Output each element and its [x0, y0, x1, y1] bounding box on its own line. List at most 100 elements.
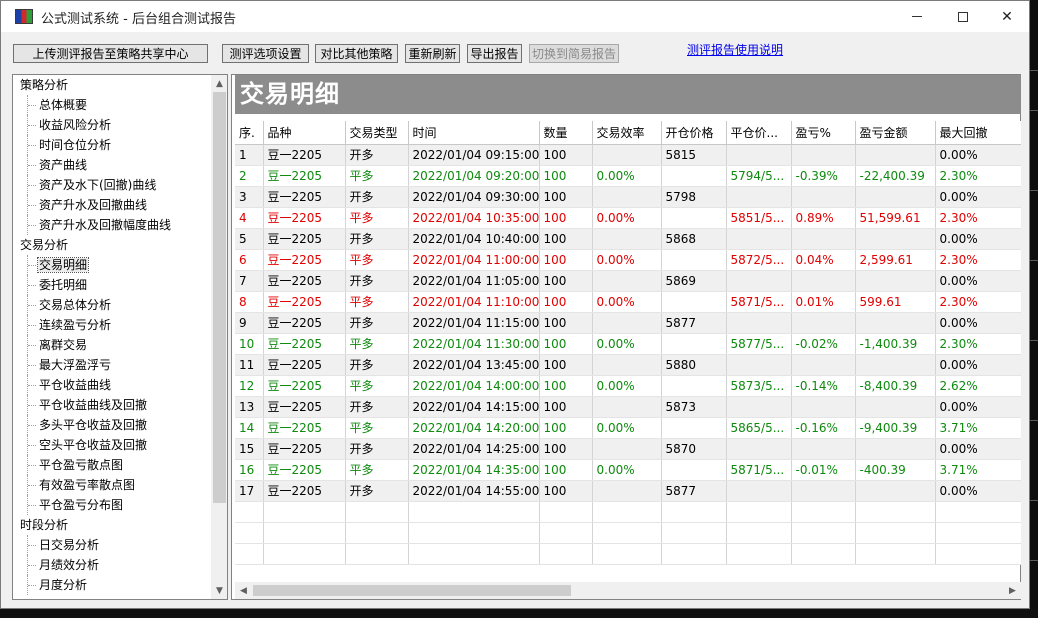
tree-item[interactable]: 交易明细 — [13, 255, 211, 275]
tree-group[interactable]: 策略分析 — [13, 75, 211, 95]
simple-report-button[interactable]: 切换到简易报告 — [529, 44, 619, 63]
upload-report-button[interactable]: 上传测评报告至策略共享中心 — [13, 44, 208, 63]
table-row[interactable]: 4 豆一2205 平多 2022/01/04 10:35:00 100 0.00% 5851… — [235, 207, 1021, 229]
column-header[interactable]: 交易效率 — [592, 121, 662, 145]
test-options-button[interactable]: 测评选项设置 — [222, 44, 309, 63]
compare-strategies-button[interactable]: 对比其他策略 — [315, 44, 398, 63]
trade-table: 序. 品种 交易类型 时间 数量 交易效率 开仓价格 平仓价... 盈亏% 盈亏金额 最大回撤 1豆… — [235, 121, 1021, 565]
tree-item[interactable]: 资产升水及回撤曲线 — [13, 195, 211, 215]
table-cell: 5877 — [661, 480, 727, 502]
tree-item[interactable]: 多头平仓收益及回撤 — [13, 415, 211, 435]
tree-group[interactable]: 时段分析 — [13, 515, 211, 535]
tree-item[interactable]: 日交易分析 — [13, 535, 211, 555]
tree-item[interactable]: 委托明细 — [13, 275, 211, 295]
column-header[interactable]: 品种 — [263, 121, 346, 145]
refresh-button[interactable]: 重新刷新 — [405, 44, 460, 63]
tree-group[interactable]: 交易分析 — [13, 235, 211, 255]
grid-scroll-thumb[interactable] — [253, 585, 571, 596]
empty-cell — [661, 501, 727, 523]
table-row[interactable]: 14 豆一2205 平多 2022/01/04 14:20:00 100 0.00% 586… — [235, 417, 1021, 439]
table-row[interactable]: 12 豆一2205 平多 2022/01/04 14:00:00 100 0.00% 587… — [235, 375, 1021, 397]
table-row[interactable]: 3 豆一2205 开多 2022/01/04 09:30:00 100 5798 0.00% — [235, 186, 1021, 208]
tree-item[interactable]: 月绩效分析 — [13, 555, 211, 575]
table-cell: 0.01% — [791, 291, 856, 313]
tree-item[interactable]: 平仓盈亏散点图 — [13, 455, 211, 475]
tree-item[interactable]: 时间仓位分析 — [13, 135, 211, 155]
scroll-up-icon[interactable]: ▲ — [211, 75, 227, 92]
table-row[interactable]: 13 豆一2205 开多 2022/01/04 14:15:00 100 5873 0.00… — [235, 396, 1021, 418]
maximize-button[interactable] — [940, 1, 986, 32]
tree-item[interactable]: 收益风险分析 — [13, 115, 211, 135]
table-cell: 0.00% — [935, 438, 1021, 460]
table-row[interactable]: 8 豆一2205 平多 2022/01/04 11:10:00 100 0.00% 5871… — [235, 291, 1021, 313]
tree-item[interactable]: 离群交易 — [13, 335, 211, 355]
tree-scrollbar[interactable]: ▲ ▼ — [211, 75, 227, 599]
minimize-button[interactable] — [894, 1, 940, 32]
table-row[interactable]: 7 豆一2205 开多 2022/01/04 11:05:00 100 5869 0.00% — [235, 270, 1021, 292]
tree-guide-hook — [28, 465, 36, 466]
table-cell — [661, 249, 727, 271]
help-link[interactable]: 测评报告使用说明 — [687, 41, 783, 58]
tree-item[interactable]: 资产升水及回撤幅度曲线 — [13, 215, 211, 235]
tree-item[interactable]: 总体概要 — [13, 95, 211, 115]
column-header[interactable]: 交易类型 — [345, 121, 409, 145]
scroll-down-icon[interactable]: ▼ — [211, 582, 227, 599]
table-cell: 豆一2205 — [263, 291, 346, 313]
column-header[interactable]: 平仓价... — [726, 121, 792, 145]
column-header[interactable]: 最大回撤 — [935, 121, 1021, 145]
table-row[interactable]: 1 豆一2205 开多 2022/01/04 09:15:00 100 5815 0.00% — [235, 144, 1021, 166]
tree-guide-hook — [28, 105, 36, 106]
column-header[interactable]: 盈亏金额 — [855, 121, 936, 145]
table-cell: 平多 — [345, 333, 409, 355]
tree-item[interactable]: 资产及水下(回撤)曲线 — [13, 175, 211, 195]
table-cell: 5865/5... — [726, 417, 792, 439]
report-panel: 交易明细 序. 品种 交易类型 时间 数量 交易效率 开仓价格 平仓价... 盈亏% 盈亏金额 最大… — [231, 74, 1021, 600]
table-row[interactable]: 15 豆一2205 开多 2022/01/04 14:25:00 100 5870 0.00… — [235, 438, 1021, 460]
table-cell: 0.00% — [935, 396, 1021, 418]
table-row[interactable]: 16 豆一2205 平多 2022/01/04 14:35:00 100 0.00% 587… — [235, 459, 1021, 481]
tree-item-label: 平仓收益曲线及回撤 — [39, 398, 148, 412]
close-button[interactable]: ✕ — [984, 1, 1030, 32]
table-row[interactable]: 5 豆一2205 开多 2022/01/04 10:40:00 100 5868 0.00% — [235, 228, 1021, 250]
column-header[interactable]: 时间 — [408, 121, 540, 145]
tree-item[interactable]: 平仓盈亏分布图 — [13, 495, 211, 515]
column-header[interactable]: 数量 — [539, 121, 593, 145]
table-cell — [726, 438, 792, 460]
table-cell: 2022/01/04 10:35:00 — [408, 207, 540, 229]
scroll-right-icon[interactable]: ▶ — [1004, 582, 1021, 599]
tree-item[interactable]: 平仓收益曲线及回撤 — [13, 395, 211, 415]
tree-item[interactable]: 交易总体分析 — [13, 295, 211, 315]
column-header[interactable]: 开仓价格 — [661, 121, 727, 145]
table-row[interactable]: 2 豆一2205 平多 2022/01/04 09:20:00 100 0.00% 5794… — [235, 165, 1021, 187]
table-cell: 0.00% — [592, 417, 662, 439]
tree-scroll-thumb[interactable] — [213, 92, 226, 503]
table-cell: 豆一2205 — [263, 438, 346, 460]
scroll-left-icon[interactable]: ◀ — [235, 582, 252, 599]
tree-item[interactable]: 平仓收益曲线 — [13, 375, 211, 395]
title-bar[interactable]: 公式测试系统 - 后台组合测试报告 ✕ — [1, 1, 1029, 32]
tree-item[interactable]: 资产曲线 — [13, 155, 211, 175]
table-cell: 4 — [235, 207, 264, 229]
table-row[interactable]: 17 豆一2205 开多 2022/01/04 14:55:00 100 5877 0.00… — [235, 480, 1021, 502]
table-row[interactable]: 9 豆一2205 开多 2022/01/04 11:15:00 100 5877 0.00% — [235, 312, 1021, 334]
table-cell — [855, 480, 936, 502]
table-cell: 5798 — [661, 186, 727, 208]
tree-item[interactable]: 空头平仓收益及回撤 — [13, 435, 211, 455]
tree-item-label: 空头平仓收益及回撤 — [39, 438, 148, 452]
column-header[interactable]: 序. — [235, 121, 264, 145]
tree-item[interactable]: 连续盈亏分析 — [13, 315, 211, 335]
table-cell — [726, 186, 792, 208]
table-cell — [726, 228, 792, 250]
tree-item[interactable]: 最大浮盈浮亏 — [13, 355, 211, 375]
tree-item-label: 时段分析 — [20, 518, 69, 532]
table-cell: 2022/01/04 11:10:00 — [408, 291, 540, 313]
column-header[interactable]: 盈亏% — [791, 121, 856, 145]
tree-item[interactable]: 有效盈亏率散点图 — [13, 475, 211, 495]
tree-item[interactable]: 月度分析 — [13, 575, 211, 595]
tree-item-label: 平仓收益曲线 — [39, 378, 112, 392]
grid-horizontal-scrollbar[interactable]: ◀ ▶ — [235, 582, 1021, 599]
table-row[interactable]: 6 豆一2205 平多 2022/01/04 11:00:00 100 0.00% 5872… — [235, 249, 1021, 271]
table-row[interactable]: 10 豆一2205 平多 2022/01/04 11:30:00 100 0.00% 587… — [235, 333, 1021, 355]
table-row[interactable]: 11 豆一2205 开多 2022/01/04 13:45:00 100 5880 0.00… — [235, 354, 1021, 376]
export-report-button[interactable]: 导出报告 — [467, 44, 522, 63]
